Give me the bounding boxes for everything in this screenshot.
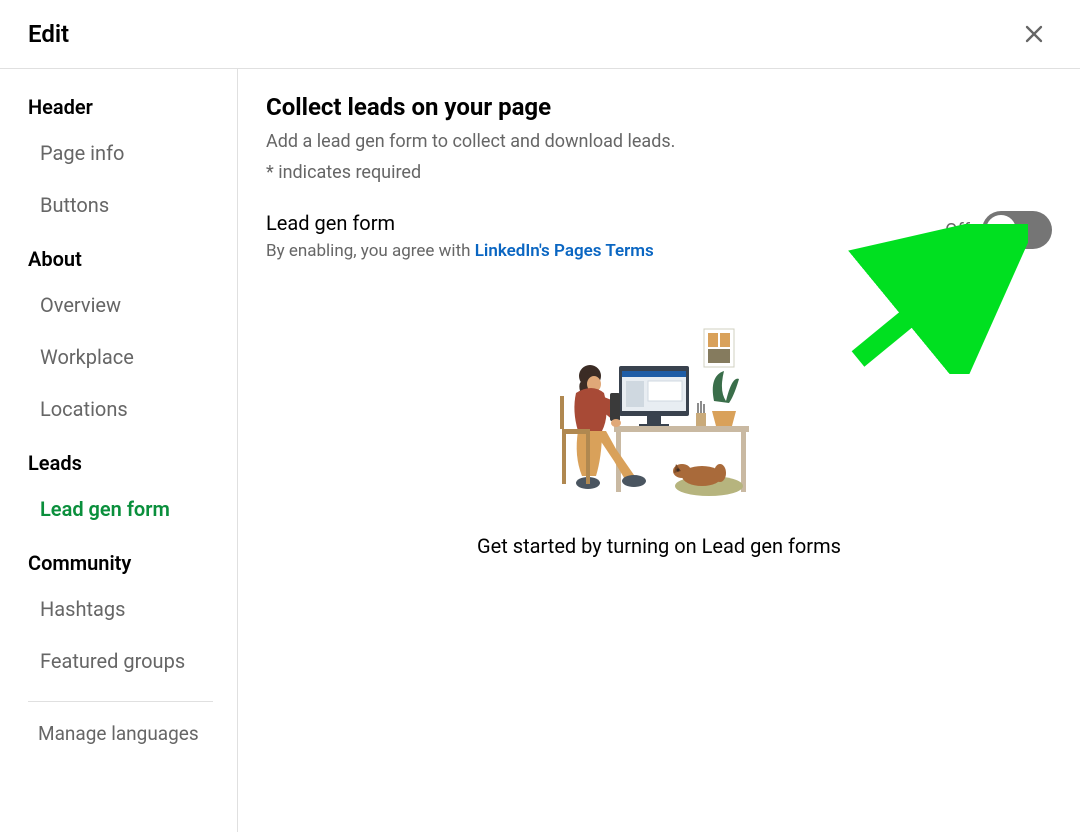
content-panel: Collect leads on your page Add a lead ge…: [238, 69, 1080, 832]
content-subtitle: Add a lead gen form to collect and downl…: [266, 131, 1052, 152]
required-note: * indicates required: [266, 162, 1052, 183]
placeholder-area: Get started by turning on Lead gen forms: [266, 321, 1052, 558]
sidebar-item-buttons[interactable]: Buttons: [28, 179, 237, 231]
sidebar-section-leads: Leads Lead gen form: [28, 449, 237, 535]
close-button[interactable]: [1016, 16, 1052, 52]
workspace-illustration: [554, 321, 764, 506]
terms-link[interactable]: LinkedIn's Pages Terms: [475, 241, 654, 261]
sidebar-item-page-info[interactable]: Page info: [28, 127, 237, 179]
toggle-knob: [986, 215, 1016, 245]
modal-body: Header Page info Buttons About Overview …: [0, 69, 1080, 832]
content-title: Collect leads on your page: [266, 93, 1052, 121]
sidebar-section-community: Community Hashtags Featured groups: [28, 549, 237, 687]
sidebar-item-workplace[interactable]: Workplace: [28, 331, 237, 383]
sidebar-section-title: Leads: [28, 449, 237, 477]
placeholder-text: Get started by turning on Lead gen forms: [477, 534, 841, 558]
sidebar-item-overview[interactable]: Overview: [28, 279, 237, 331]
sidebar: Header Page info Buttons About Overview …: [0, 69, 238, 832]
sidebar-section-title: Header: [28, 93, 237, 121]
toggle-title: Lead gen form: [266, 211, 945, 235]
toggle-info: Lead gen form By enabling, you agree wit…: [266, 211, 945, 261]
modal-title: Edit: [28, 20, 69, 48]
lead-gen-toggle-row: Lead gen form By enabling, you agree wit…: [266, 211, 1052, 261]
sidebar-section-about: About Overview Workplace Locations: [28, 245, 237, 435]
toggle-subtitle: By enabling, you agree with LinkedIn's P…: [266, 241, 945, 261]
toggle-controls: Off: [945, 211, 1052, 249]
sidebar-section-title: Community: [28, 549, 237, 577]
sidebar-divider: [28, 701, 213, 702]
sidebar-item-featured-groups[interactable]: Featured groups: [28, 635, 237, 687]
toggle-subtitle-prefix: By enabling, you agree with: [266, 241, 475, 261]
edit-modal: Edit Header Page info Buttons About Over…: [0, 0, 1080, 832]
sidebar-item-manage-languages[interactable]: Manage languages: [28, 718, 237, 757]
sidebar-item-lead-gen-form[interactable]: Lead gen form: [28, 483, 237, 535]
close-icon: [1020, 20, 1048, 48]
sidebar-item-hashtags[interactable]: Hashtags: [28, 583, 237, 635]
sidebar-section-title: About: [28, 245, 237, 273]
toggle-state-label: Off: [945, 220, 970, 241]
lead-gen-toggle[interactable]: [982, 211, 1052, 249]
modal-header: Edit: [0, 0, 1080, 69]
sidebar-item-locations[interactable]: Locations: [28, 383, 237, 435]
sidebar-section-header: Header Page info Buttons: [28, 93, 237, 231]
